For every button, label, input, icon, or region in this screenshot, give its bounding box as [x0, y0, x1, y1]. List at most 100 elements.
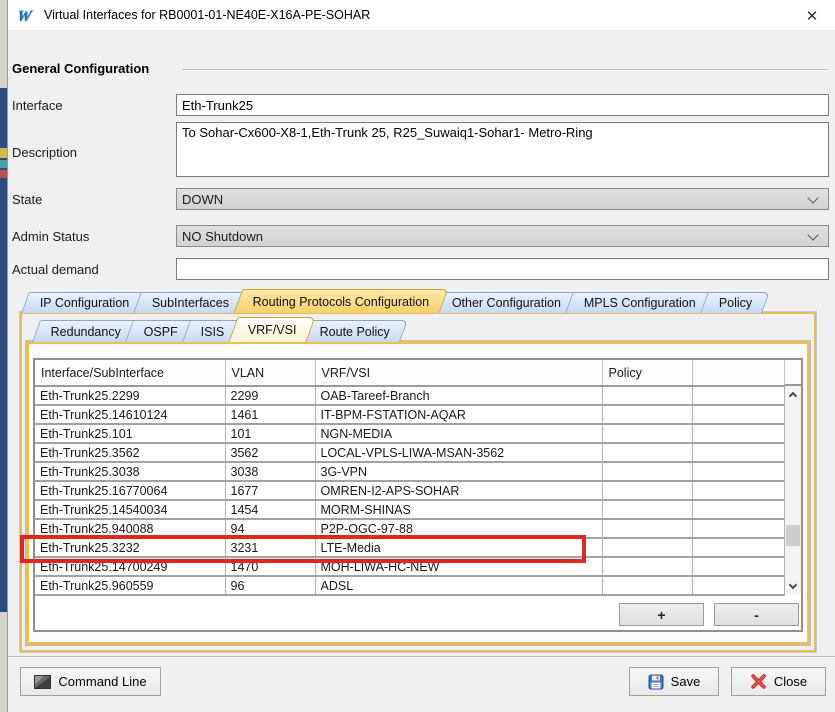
- cell-extra[interactable]: [692, 481, 784, 500]
- cell-extra[interactable]: [692, 519, 784, 538]
- table-scrollbar[interactable]: [784, 386, 801, 595]
- cell-policy[interactable]: [602, 405, 692, 424]
- cell-vlan[interactable]: 1454: [225, 500, 315, 519]
- subtab-label: OSPF: [144, 325, 178, 339]
- cell-extra[interactable]: [692, 424, 784, 443]
- close-x-icon: [750, 673, 767, 690]
- cell-vlan[interactable]: 2299: [225, 386, 315, 405]
- cell-extra[interactable]: [692, 576, 784, 595]
- tab-routing-protocols-configuration[interactable]: Routing Protocols Configuration: [233, 289, 447, 313]
- cell-interface[interactable]: Eth-Trunk25.3038: [35, 462, 225, 481]
- cell-extra[interactable]: [692, 557, 784, 576]
- cell-vrf[interactable]: IT-BPM-FSTATION-AQAR: [315, 405, 602, 424]
- col-interface-subinterface: Interface/SubInterface: [35, 360, 225, 386]
- cell-vlan[interactable]: 101: [225, 424, 315, 443]
- table-row[interactable]: Eth-Trunk25.14610124 1461 IT-BPM-FSTATIO…: [35, 405, 784, 424]
- tab-subinterfaces[interactable]: SubInterfaces: [134, 292, 248, 313]
- cell-vrf[interactable]: 3G-VPN: [315, 462, 602, 481]
- cell-policy[interactable]: [602, 576, 692, 595]
- save-button[interactable]: Save: [629, 667, 719, 696]
- cell-vlan[interactable]: 3038: [225, 462, 315, 481]
- table-row[interactable]: Eth-Trunk25.14540034 1454 MORM-SHINAS: [35, 500, 784, 519]
- chevron-down-icon: [807, 192, 818, 203]
- remove-row-button[interactable]: -: [714, 603, 799, 626]
- cell-interface[interactable]: Eth-Trunk25.14610124: [35, 405, 225, 424]
- cell-extra[interactable]: [692, 500, 784, 519]
- chevron-up-icon: [789, 392, 797, 400]
- vrf-vsi-table-container: Interface/SubInterface VLAN VRF/VSI Poli…: [33, 358, 803, 632]
- close-button[interactable]: Close: [731, 667, 826, 696]
- table-row[interactable]: Eth-Trunk25.16770064 1677 OMREN-I2-APS-S…: [35, 481, 784, 500]
- cell-policy[interactable]: [602, 519, 692, 538]
- cell-interface[interactable]: Eth-Trunk25.3562: [35, 443, 225, 462]
- table-row[interactable]: Eth-Trunk25.101 101 NGN-MEDIA: [35, 424, 784, 443]
- close-label: Close: [774, 674, 807, 689]
- cell-extra[interactable]: [692, 443, 784, 462]
- cell-vlan[interactable]: 96: [225, 576, 315, 595]
- table-row[interactable]: Eth-Trunk25.3562 3562 LOCAL-VPLS-LIWA-MS…: [35, 443, 784, 462]
- window-title: Virtual Interfaces for RB0001-01-NE40E-X…: [44, 8, 370, 22]
- tab-label: SubInterfaces: [152, 296, 229, 310]
- tab-mpls-configuration[interactable]: MPLS Configuration: [565, 292, 714, 313]
- col-extra: [692, 360, 784, 386]
- background-marker: [0, 148, 7, 158]
- cell-interface[interactable]: Eth-Trunk25.16770064: [35, 481, 225, 500]
- admin-status-select[interactable]: NO Shutdown: [176, 225, 829, 247]
- tab-policy[interactable]: Policy: [700, 292, 770, 313]
- cell-policy[interactable]: [602, 481, 692, 500]
- cell-vlan[interactable]: 1461: [225, 405, 315, 424]
- cell-vrf[interactable]: LOCAL-VPLS-LIWA-MSAN-3562: [315, 443, 602, 462]
- chevron-down-icon: [789, 581, 797, 589]
- actual-demand-label: Actual demand: [12, 262, 99, 277]
- description-field[interactable]: To Sohar-Cx600-X8-1,Eth-Trunk 25, R25_Su…: [176, 122, 829, 177]
- table-row[interactable]: Eth-Trunk25.960559 96 ADSL: [35, 576, 784, 595]
- actual-demand-field[interactable]: [176, 258, 829, 280]
- cell-interface[interactable]: Eth-Trunk25.14540034: [35, 500, 225, 519]
- cell-vrf[interactable]: MORM-SHINAS: [315, 500, 602, 519]
- interface-field[interactable]: [176, 94, 829, 116]
- cell-vrf[interactable]: NGN-MEDIA: [315, 424, 602, 443]
- subtab-label: ISIS: [201, 325, 225, 339]
- scroll-down-icon[interactable]: [785, 578, 801, 595]
- add-row-button[interactable]: +: [619, 603, 704, 626]
- table-row[interactable]: Eth-Trunk25.2299 2299 OAB-Tareef-Branch: [35, 386, 784, 405]
- cell-extra[interactable]: [692, 405, 784, 424]
- col-vrf-vsi: VRF/VSI: [315, 360, 602, 386]
- background-marker: [0, 160, 7, 168]
- tab-other-configuration[interactable]: Other Configuration: [433, 292, 579, 313]
- cell-policy[interactable]: [602, 557, 692, 576]
- cell-vlan[interactable]: 3562: [225, 443, 315, 462]
- cell-vrf[interactable]: OAB-Tareef-Branch: [315, 386, 602, 405]
- cell-vrf[interactable]: OMREN-I2-APS-SOHAR: [315, 481, 602, 500]
- col-vlan: VLAN: [225, 360, 315, 386]
- cell-interface[interactable]: Eth-Trunk25.960559: [35, 576, 225, 595]
- cell-extra[interactable]: [692, 538, 784, 557]
- cell-vrf[interactable]: ADSL: [315, 576, 602, 595]
- cell-policy[interactable]: [602, 424, 692, 443]
- cell-policy[interactable]: [602, 443, 692, 462]
- scrollbar-thumb[interactable]: [786, 525, 800, 546]
- state-select[interactable]: DOWN: [176, 188, 829, 210]
- cell-vlan[interactable]: 1677: [225, 481, 315, 500]
- footer-rule: [8, 656, 835, 658]
- cell-policy[interactable]: [602, 538, 692, 557]
- cell-policy[interactable]: [602, 500, 692, 519]
- cell-policy[interactable]: [602, 386, 692, 405]
- cell-policy[interactable]: [602, 462, 692, 481]
- table-row[interactable]: Eth-Trunk25.3038 3038 3G-VPN: [35, 462, 784, 481]
- subtab-vrf-vsi[interactable]: VRF/VSI: [228, 317, 315, 342]
- subtab-redundancy[interactable]: Redundancy: [32, 320, 139, 342]
- scroll-up-icon[interactable]: [785, 386, 801, 403]
- cell-interface[interactable]: Eth-Trunk25.2299: [35, 386, 225, 405]
- highlight-box: [20, 535, 586, 563]
- command-line-button[interactable]: Command Line: [20, 667, 161, 696]
- window-close-icon[interactable]: ✕: [792, 2, 832, 29]
- save-label: Save: [671, 674, 701, 689]
- description-label: Description: [12, 145, 77, 160]
- tab-ip-configuration[interactable]: IP Configuration: [21, 292, 147, 313]
- cell-interface[interactable]: Eth-Trunk25.101: [35, 424, 225, 443]
- subtab-route-policy[interactable]: Route Policy: [300, 320, 407, 342]
- tab-label: Other Configuration: [452, 296, 561, 310]
- cell-extra[interactable]: [692, 462, 784, 481]
- cell-extra[interactable]: [692, 386, 784, 405]
